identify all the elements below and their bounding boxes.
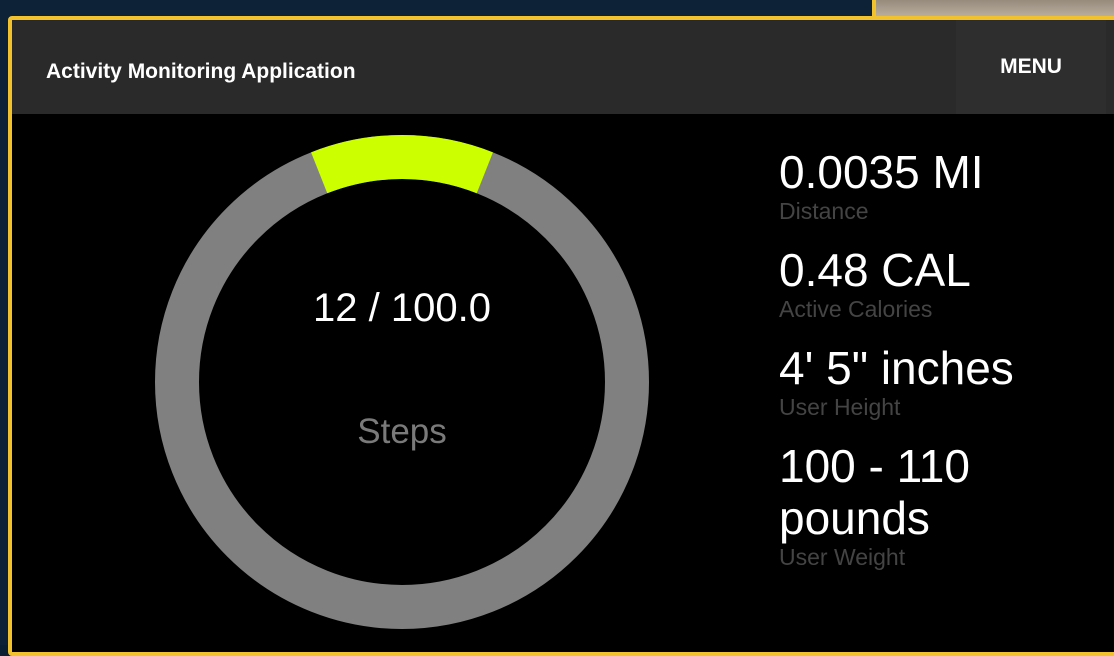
active-calories-value: 0.48 CAL	[779, 244, 971, 296]
user-weight-label: User Weight	[779, 544, 906, 570]
user-height-label: User Height	[779, 394, 901, 420]
stat-active-calories: 0.48 CAL Active Calories	[779, 244, 1099, 322]
distance-value: 0.0035 MI	[779, 146, 984, 198]
stat-user-weight: 100 - 110 pounds User Weight	[779, 440, 1099, 570]
content-area: 12 / 100.0 Steps 0.0035 MI Distance 0.48…	[12, 114, 1114, 652]
app-bar: Activity Monitoring Application MENU	[12, 20, 1114, 114]
steps-label: Steps	[357, 412, 447, 451]
user-weight-value: 100 - 110 pounds	[779, 440, 970, 544]
stats-panel: 0.0035 MI Distance 0.48 CAL Active Calor…	[779, 146, 1099, 590]
steps-count: 12 / 100.0	[313, 286, 491, 330]
menu-button[interactable]: MENU	[956, 20, 1106, 114]
app-title: Activity Monitoring Application	[46, 60, 356, 83]
active-calories-label: Active Calories	[779, 296, 933, 322]
stat-distance: 0.0035 MI Distance	[779, 146, 1099, 224]
ring-track	[155, 135, 649, 629]
steps-progress-ring: 12 / 100.0 Steps	[152, 132, 652, 632]
ring-progress-arc	[311, 135, 493, 194]
steps-ring-svg	[155, 135, 649, 629]
distance-label: Distance	[779, 198, 869, 224]
app-window: Activity Monitoring Application MENU 12 …	[8, 16, 1114, 656]
user-height-value: 4' 5" inches	[779, 342, 1014, 394]
stat-user-height: 4' 5" inches User Height	[779, 342, 1099, 420]
